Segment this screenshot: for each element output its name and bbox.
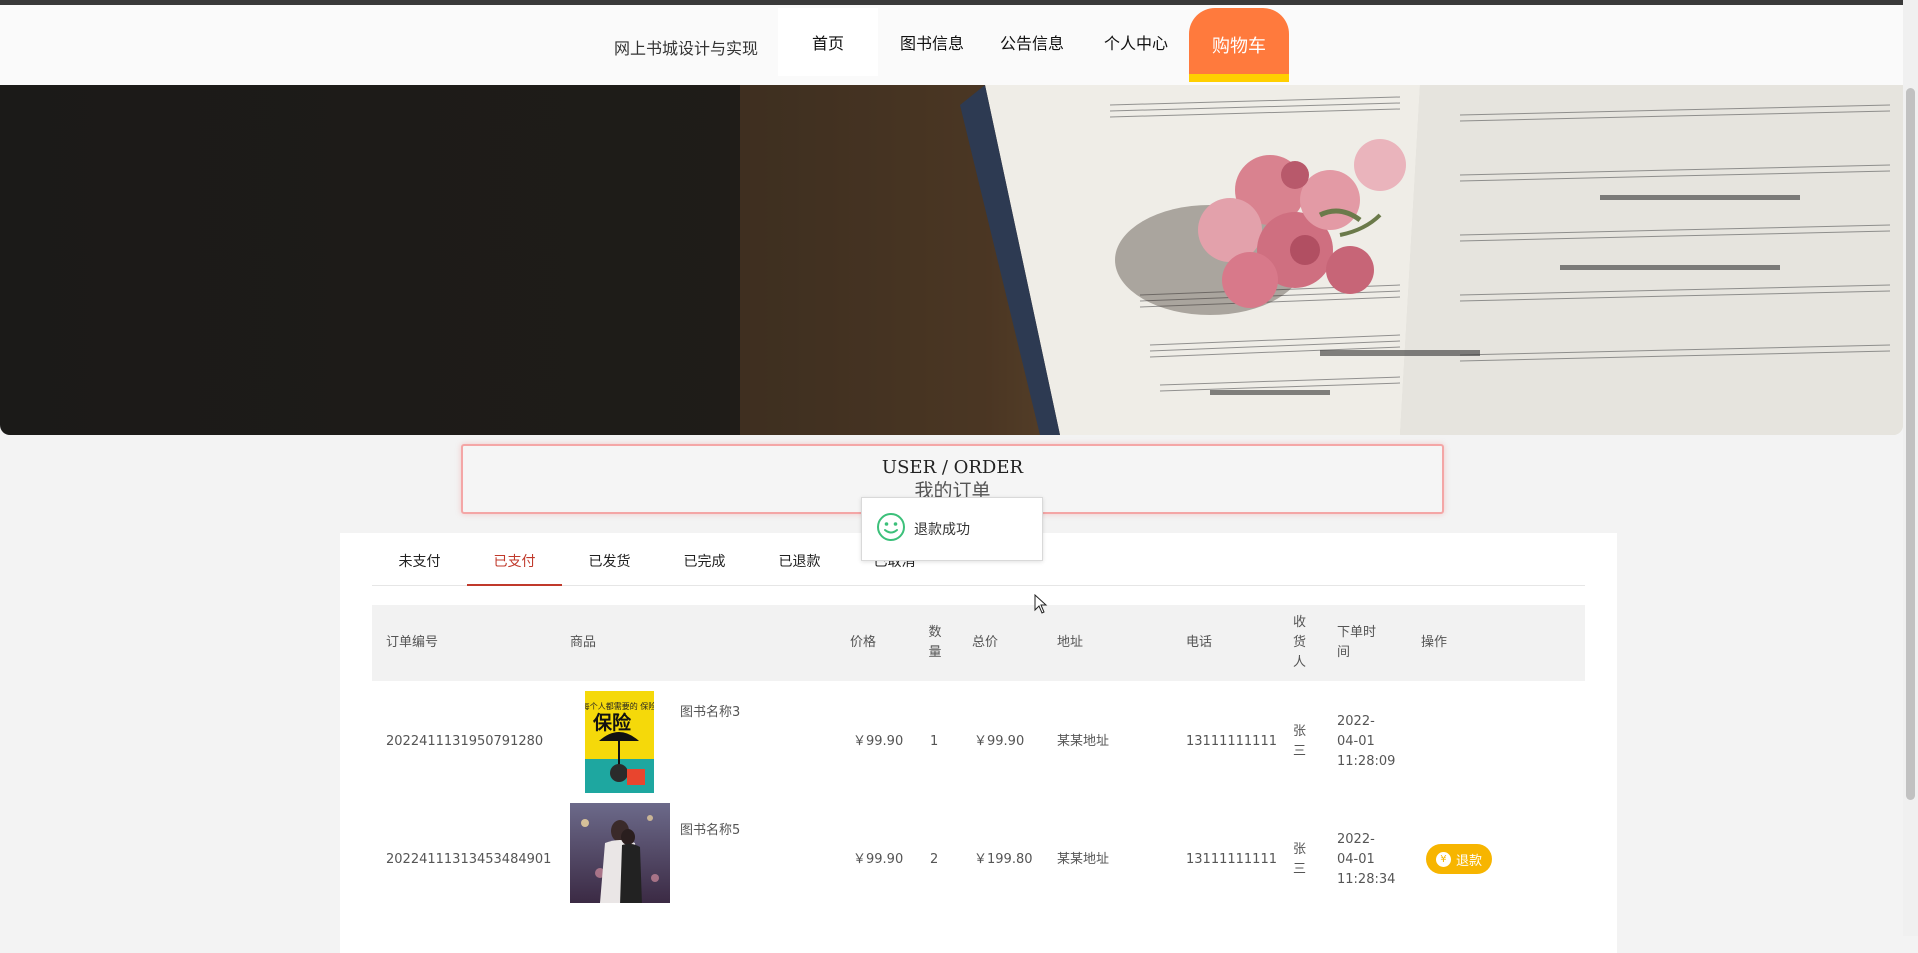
nav-notices[interactable]: 公告信息: [982, 8, 1082, 76]
th-order-time: 下单时间: [1337, 625, 1377, 660]
order-clock: 11:28:34: [1337, 872, 1396, 887]
nav-home[interactable]: 首页: [778, 8, 878, 76]
nav-shopping-cart[interactable]: 购物车: [1189, 8, 1289, 82]
th-price: 价格: [850, 635, 877, 650]
quantity: 2: [930, 852, 939, 867]
quantity: 1: [930, 734, 939, 749]
th-product: 商品: [570, 635, 597, 650]
product-name[interactable]: 图书名称5: [680, 819, 740, 838]
book-cover-subtitle: 每个人都需要的 保险: [585, 701, 654, 711]
phone: 13111111111: [1186, 734, 1277, 749]
table-header: 订单编号 商品 价格 数量 总价 地址 电话 收货人 下单时间 操作: [372, 605, 1585, 681]
refund-button-label: 退款: [1455, 853, 1482, 869]
tab-unpaid[interactable]: 未支付: [372, 551, 467, 584]
refund-button[interactable]: ¥ 退款: [1426, 844, 1492, 874]
smile-icon: [876, 512, 906, 546]
tab-refunded[interactable]: 已退款: [752, 551, 847, 584]
svg-text:保险: 保险: [592, 711, 632, 734]
price: ￥99.90: [853, 852, 904, 867]
page-scrollbar-thumb[interactable]: [1906, 88, 1915, 800]
tab-completed[interactable]: 已完成: [657, 551, 752, 584]
nav-personal-center[interactable]: 个人中心: [1086, 8, 1186, 76]
toast-message: 退款成功: [914, 522, 970, 538]
nav-books[interactable]: 图书信息: [882, 8, 982, 76]
book-cover-image[interactable]: [570, 803, 670, 907]
order-clock: 11:28:09: [1337, 754, 1396, 769]
product-name[interactable]: 图书名称3: [680, 701, 740, 720]
th-address: 地址: [1057, 635, 1084, 650]
th-receiver: 收货人: [1293, 615, 1307, 670]
banner-image: [740, 85, 1903, 435]
order-date: 2022-04-01: [1337, 714, 1375, 749]
tab-paid[interactable]: 已支付: [467, 551, 562, 586]
receiver: 张三: [1293, 724, 1307, 759]
th-total: 总价: [972, 635, 999, 650]
price: ￥99.90: [853, 734, 904, 749]
order-number: 20224111319507912​80: [386, 734, 544, 749]
orders-panel: 未支付 已支付 已发货 已完成 已退款 已取消 订单编号 商品 价格 数量 总价…: [340, 533, 1617, 953]
site-header: 网上书城设计与实现 首页 图书信息 公告信息 个人中心 购物车: [0, 5, 1903, 86]
th-qty: 数量: [928, 625, 942, 660]
th-order-no: 订单编号: [386, 635, 439, 650]
total-price: ￥199.80: [974, 852, 1033, 867]
table-row: 20224111313453484901 图书名称5 ￥99.90 2 ￥199…: [372, 801, 1585, 919]
banner-carousel[interactable]: [0, 85, 1903, 435]
order-date: 2022-04-01: [1337, 832, 1375, 867]
order-number: 20224111313453484901: [386, 852, 552, 867]
th-action: 操作: [1421, 635, 1448, 650]
site-title: 网上书城设计与实现: [614, 39, 759, 58]
receiver: 张三: [1293, 842, 1307, 877]
order-time: 2022-04-01 11:28:34: [1337, 801, 1395, 919]
th-phone: 电话: [1186, 635, 1213, 650]
address: 某某地址: [1057, 852, 1110, 867]
phone: 13111111111: [1186, 852, 1277, 867]
mouse-cursor-icon: [1034, 593, 1048, 618]
section-title-en: USER / ORDER: [881, 457, 1024, 478]
tab-shipped[interactable]: 已发货: [562, 551, 657, 584]
book-cover-image[interactable]: 每个人都需要的 保险 保险: [582, 691, 656, 797]
address: 某某地址: [1057, 734, 1110, 749]
yen-icon: ¥: [1435, 851, 1451, 867]
table-row: 20224111319507912​80 每个人都需要的 保险 保险 图书名称3…: [372, 683, 1585, 801]
total-price: ￥99.90: [974, 734, 1025, 749]
toast-notification: 退款成功: [861, 497, 1043, 561]
order-time: 2022-04-01 11:28:09: [1337, 683, 1395, 801]
